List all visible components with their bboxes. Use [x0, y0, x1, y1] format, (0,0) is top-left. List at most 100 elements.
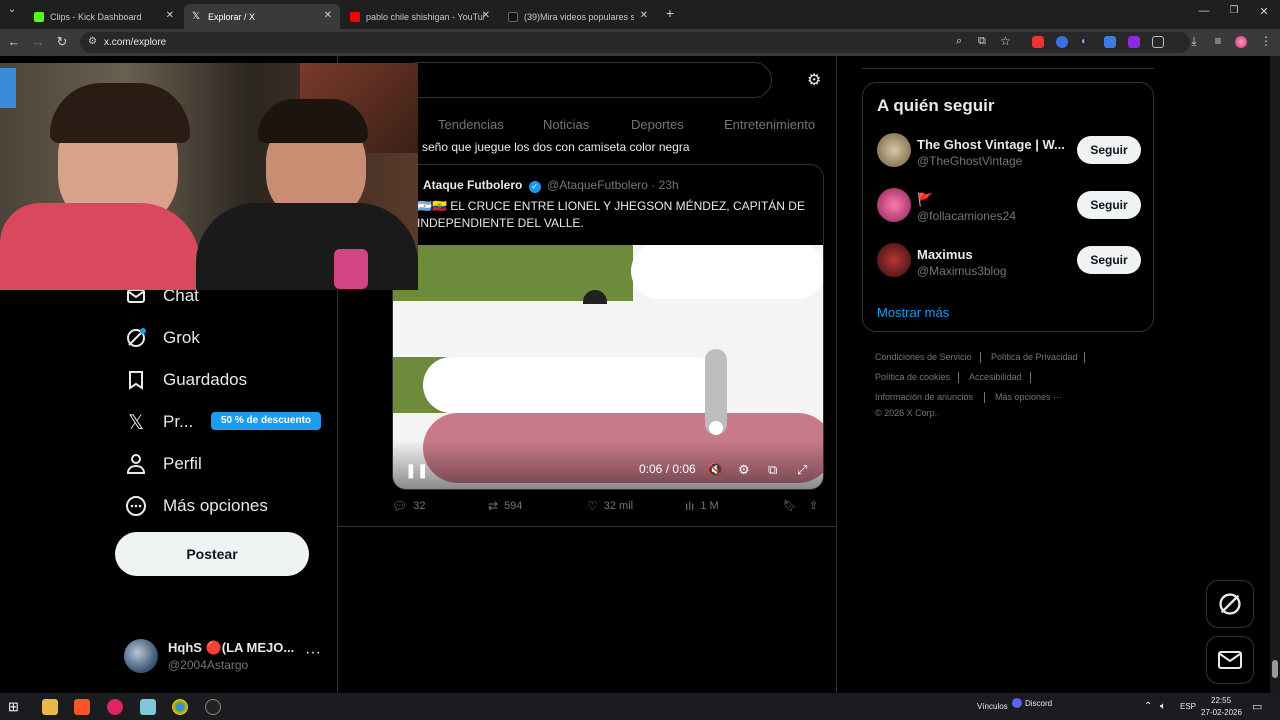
post-text: seño que juegue los dos con camiseta col…: [422, 140, 690, 154]
footer-separator: [984, 392, 985, 403]
extension-blue-icon[interactable]: [1056, 36, 1068, 48]
minimize-window-icon[interactable]: —: [1196, 5, 1212, 17]
footer-link-accessibility[interactable]: Accesibilidad: [969, 372, 1022, 382]
mute-icon[interactable]: 🔇: [707, 462, 723, 478]
close-tab-icon[interactable]: ✕: [166, 10, 174, 21]
notifications-icon[interactable]: ▭: [1252, 700, 1262, 713]
sidebar-item-label: Perfil: [163, 454, 202, 473]
account-switcher[interactable]: HqhS 🔴(LA MEJO... @2004Astargo ···: [124, 639, 324, 675]
language-indicator[interactable]: ESP: [1180, 702, 1196, 711]
close-tab-icon[interactable]: ✕: [482, 10, 490, 21]
quoted-post[interactable]: Ataque Futbolero ✓ @AtaqueFutbolero · 23…: [392, 164, 824, 490]
browser-menu-icon[interactable]: ⋮: [1258, 34, 1274, 48]
extension-purple-icon[interactable]: [1128, 36, 1140, 48]
profile-avatar-icon[interactable]: [1235, 36, 1247, 48]
volume-slider-handle[interactable]: [709, 421, 723, 435]
close-tab-icon[interactable]: ✕: [640, 10, 648, 21]
premium-discount-badge[interactable]: 50 % de descuento: [211, 412, 321, 430]
footer-link-cookies[interactable]: Política de cookies: [875, 372, 950, 382]
footer-link-terms[interactable]: Condiciones de Servicio: [875, 352, 972, 362]
notepad-icon[interactable]: [140, 699, 156, 715]
repost-button[interactable]: ⇄ 594: [488, 499, 522, 513]
extension-audio-icon[interactable]: ◖: [1080, 36, 1092, 48]
follow-button[interactable]: Seguir: [1077, 246, 1141, 274]
extension-red-icon[interactable]: [1032, 36, 1044, 48]
taskbar-links[interactable]: Vínculos: [977, 702, 1008, 711]
follow-suggestion[interactable]: Maximus @Maximus3blog Seguir: [877, 243, 1147, 283]
post-button[interactable]: Postear: [115, 532, 309, 576]
sidebar-item-bookmarks[interactable]: Guardados: [124, 368, 247, 392]
messages-floating-button[interactable]: [1206, 636, 1254, 684]
post-divider: [338, 526, 836, 527]
section-divider: [862, 68, 1154, 69]
media-controls-icon[interactable]: ≡: [1210, 34, 1226, 48]
restore-window-icon[interactable]: ❐: [1226, 5, 1242, 16]
fullscreen-icon[interactable]: ⤢: [797, 462, 807, 478]
share-icon[interactable]: ⇪: [809, 499, 818, 512]
video-settings-icon[interactable]: ⚙: [738, 462, 750, 478]
bookmark-post-icon[interactable]: 🔖︎: [783, 499, 797, 512]
sidebar-item-profile[interactable]: Perfil: [124, 452, 202, 476]
explore-settings-icon[interactable]: ⚙: [807, 70, 821, 90]
account-more-icon[interactable]: ···: [305, 644, 321, 662]
follow-suggestion[interactable]: The Ghost Vintage | W... @TheGhostVintag…: [877, 133, 1147, 173]
volume-slider[interactable]: [705, 349, 727, 435]
follow-suggestion[interactable]: 🚩 @follacamiones24 Seguir: [877, 188, 1147, 228]
follow-button[interactable]: Seguir: [1077, 191, 1141, 219]
tab-trending[interactable]: Tendencias: [438, 117, 504, 132]
downloads-icon[interactable]: ⤓: [1186, 34, 1202, 49]
close-window-icon[interactable]: ✕: [1256, 5, 1272, 18]
show-more-link[interactable]: Mostrar más: [877, 305, 949, 320]
pause-icon[interactable]: ❚❚: [405, 462, 428, 479]
file-explorer-icon[interactable]: [42, 699, 58, 715]
obs-icon[interactable]: [205, 699, 221, 715]
scrollbar-thumb[interactable]: [1272, 660, 1278, 678]
brave-icon[interactable]: [74, 699, 90, 715]
tab-search-icon[interactable]: ⌄: [4, 4, 20, 15]
sidebar-item-premium[interactable]: 𝕏 Pr...: [124, 410, 193, 434]
taskbar-discord[interactable]: Discord: [1025, 699, 1052, 708]
translate-icon[interactable]: [1104, 36, 1116, 48]
grok-floating-button[interactable]: [1206, 580, 1254, 628]
video-player[interactable]: ❚❚ 0:06 / 0:06 🔇 ⚙ ⧉ ⤢: [393, 245, 823, 489]
tab-entertainment[interactable]: Entretenimiento: [724, 117, 815, 132]
page-scrollbar[interactable]: [1270, 56, 1280, 693]
footer-link-ads-info[interactable]: Información de anuncios: [875, 392, 973, 402]
browser-tab-youtube[interactable]: pablo chile shishigan - YouTube ✕: [342, 4, 498, 29]
follow-button[interactable]: Seguir: [1077, 136, 1141, 164]
zoom-icon[interactable]: ⌕: [956, 35, 962, 48]
media-player-icon[interactable]: [107, 699, 123, 715]
browser-tab-x-explore[interactable]: 𝕏 Explorar / X ✕: [184, 4, 340, 29]
footer-link-more[interactable]: Más opciones ···: [995, 392, 1062, 402]
tray-chevron-icon[interactable]: ⌃: [1144, 701, 1152, 712]
bookmark-star-icon[interactable]: ☆: [1000, 34, 1011, 48]
sidebar-item-grok[interactable]: Grok: [124, 326, 200, 350]
back-icon[interactable]: ←: [6, 34, 22, 49]
chrome-icon[interactable]: [172, 699, 188, 715]
browser-tab-kick[interactable]: Clips - Kick Dashboard ✕: [26, 4, 182, 29]
cast-icon[interactable]: ⧉: [978, 35, 986, 48]
tab-news[interactable]: Noticias: [543, 117, 589, 132]
clock-date[interactable]: 27-02-2026: [1201, 708, 1242, 717]
new-tab-icon[interactable]: +: [662, 5, 678, 21]
close-tab-icon[interactable]: ✕: [324, 10, 332, 21]
x-logo-icon: 𝕏: [127, 411, 145, 434]
account-handle: @2004Astargo: [168, 658, 249, 672]
search-input[interactable]: [400, 62, 772, 98]
footer-link-privacy[interactable]: Política de Privacidad: [991, 352, 1078, 362]
windows-start-icon[interactable]: ⊞: [8, 699, 24, 715]
extensions-puzzle-icon[interactable]: [1152, 36, 1164, 48]
forward-icon[interactable]: →: [30, 34, 46, 49]
like-button[interactable]: ♡ 32 mil: [587, 499, 633, 513]
clock-time[interactable]: 22:55: [1211, 696, 1231, 705]
sidebar-item-more[interactable]: Más opciones: [124, 494, 268, 518]
views-button[interactable]: ılı 1 M: [685, 499, 719, 513]
volume-icon[interactable]: 🔈︎: [1160, 701, 1166, 712]
site-info-icon[interactable]: ⚙: [88, 36, 97, 47]
reload-icon[interactable]: ↻: [54, 34, 70, 50]
browser-tab-tiktok[interactable]: (39)Mira videos populares sele... ✕: [500, 4, 656, 29]
tab-sports[interactable]: Deportes: [631, 117, 684, 132]
reply-button[interactable]: 💬︎ 32: [392, 499, 425, 513]
address-bar[interactable]: ⚙ x.com/explore ⌕ ⧉ ☆: [80, 32, 1190, 53]
pip-icon[interactable]: ⧉: [768, 462, 777, 478]
